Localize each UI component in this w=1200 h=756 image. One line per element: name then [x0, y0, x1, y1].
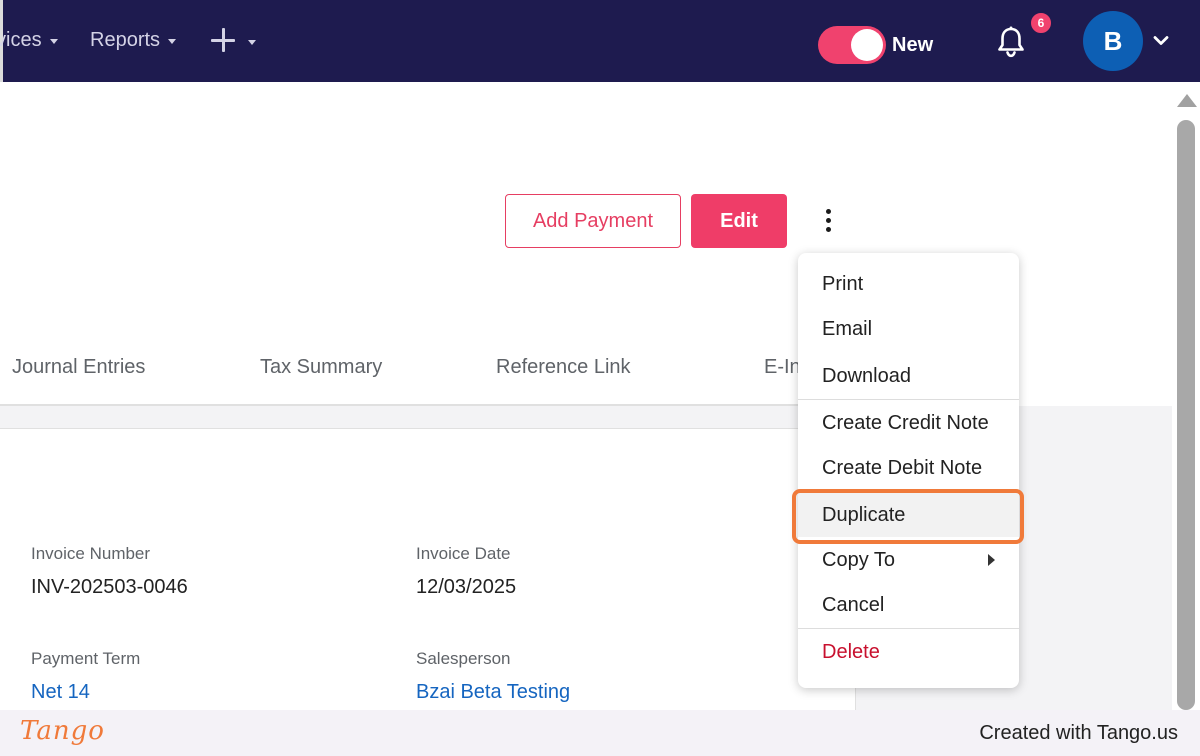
- menu-item-email[interactable]: Email: [798, 307, 1019, 351]
- invoice-date-label: Invoice Date: [416, 544, 511, 563]
- menu-item-create-debit-note[interactable]: Create Debit Note: [798, 446, 1019, 490]
- tab-reference-link[interactable]: Reference Link: [496, 356, 631, 379]
- menu-item-label: Copy To: [822, 548, 896, 571]
- add-payment-button[interactable]: Add Payment: [505, 194, 681, 248]
- caret-down-icon: [168, 39, 177, 44]
- menu-item-download[interactable]: Download: [798, 354, 1019, 398]
- invoice-number-label: Invoice Number: [31, 544, 151, 563]
- edit-button[interactable]: Edit: [691, 194, 787, 248]
- scroll-up-arrow-icon[interactable]: [1177, 94, 1197, 107]
- invoice-date-value: 12/03/2025: [416, 576, 517, 598]
- menu-item-cancel[interactable]: Cancel: [798, 583, 1019, 627]
- nav-item-reports[interactable]: Reports: [90, 29, 177, 52]
- tabs-divider: [0, 404, 856, 406]
- toggle-knob: [851, 29, 883, 61]
- document-tabs: Journal Entries Tax Summary Reference Li…: [0, 340, 801, 406]
- menu-item-duplicate[interactable]: Duplicate: [798, 493, 1019, 537]
- nav-item-label: Reports: [90, 29, 161, 51]
- payment-term-label: Payment Term: [31, 649, 141, 668]
- menu-item-print[interactable]: Print: [798, 262, 1019, 306]
- toggle-label: New: [892, 34, 934, 56]
- salesperson-link[interactable]: Bzai Beta Testing: [416, 681, 570, 704]
- tango-logo: Tango: [20, 716, 105, 746]
- top-navigation-bar: vices Reports New 6 B: [0, 0, 1200, 82]
- new-ui-toggle[interactable]: [818, 26, 886, 64]
- avatar[interactable]: B: [1083, 11, 1143, 71]
- nav-item-label: vices: [0, 29, 42, 51]
- menu-item-create-credit-note[interactable]: Create Credit Note: [798, 401, 1019, 445]
- menu-item-delete[interactable]: Delete: [798, 630, 1019, 674]
- invoice-details-panel: Invoice Number INV-202503-0046 Invoice D…: [0, 428, 856, 710]
- plus-icon[interactable]: [211, 28, 235, 52]
- tango-credit-text: Created with Tango.us: [979, 722, 1178, 744]
- submenu-arrow-icon: [988, 554, 995, 566]
- menu-item-copy-to[interactable]: Copy To: [798, 538, 1019, 582]
- menu-divider: [798, 399, 1019, 400]
- salesperson-label: Salesperson: [416, 649, 511, 668]
- scroll-thumb[interactable]: [1177, 120, 1195, 710]
- tango-footer: Tango Created with Tango.us: [0, 710, 1200, 756]
- tab-tax-summary[interactable]: Tax Summary: [260, 356, 382, 379]
- caret-down-icon[interactable]: [248, 40, 256, 45]
- vertical-scrollbar[interactable]: [1172, 82, 1200, 710]
- caret-down-icon: [49, 39, 58, 44]
- more-actions-menu: Print Email Download Create Credit Note …: [798, 253, 1019, 688]
- bell-icon[interactable]: [993, 24, 1029, 60]
- more-vertical-icon[interactable]: [819, 206, 839, 236]
- tab-journal-entries[interactable]: Journal Entries: [12, 356, 145, 379]
- chevron-down-icon[interactable]: [1152, 34, 1170, 46]
- payment-term-link[interactable]: Net 14: [31, 681, 90, 704]
- tab-e-invoice[interactable]: E-In: [764, 356, 801, 379]
- invoice-number-value: INV-202503-0046: [31, 576, 188, 598]
- menu-divider: [798, 628, 1019, 629]
- nav-item-invoices[interactable]: vices: [0, 29, 58, 52]
- notification-badge: 6: [1029, 11, 1053, 35]
